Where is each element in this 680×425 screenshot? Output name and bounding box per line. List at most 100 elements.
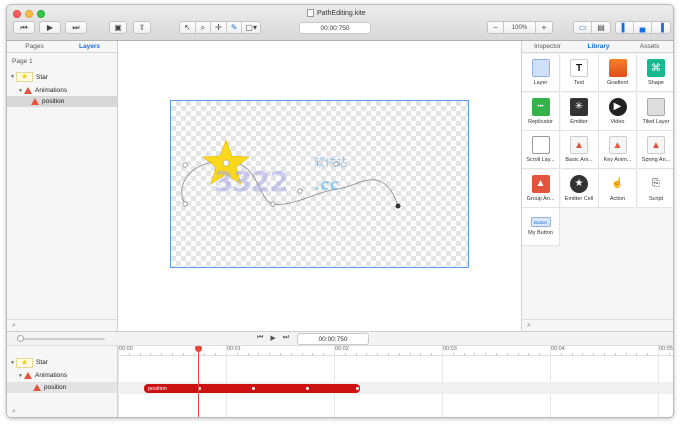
left-panel-toggle-icon[interactable]: ▌ [616, 22, 634, 33]
canvas-area[interactable]: 3322 .cc 软件站 [118, 41, 521, 331]
disclosure-triangle-icon[interactable]: ▼ [9, 360, 16, 366]
ruler-minor-tick [614, 353, 616, 356]
bottom-panel-toggle-icon[interactable]: ▄ [634, 22, 652, 33]
library-item-label: Tiled Layer [642, 118, 670, 125]
scroll-layer-icon [531, 136, 550, 154]
play-icon[interactable]: ▶ [270, 334, 275, 342]
video-icon: ▶ [608, 97, 627, 116]
tab-assets[interactable]: Assets [624, 41, 673, 52]
ruler-minor-tick [582, 353, 584, 356]
share-button[interactable]: ⇪ [133, 21, 151, 34]
fast-forward-icon[interactable]: ⏭ [283, 334, 289, 342]
library-item-emitter[interactable]: ✳ Emitter [560, 92, 599, 131]
disclosure-triangle-icon[interactable]: ▼ [17, 373, 24, 379]
zoom-in-button[interactable]: + [536, 22, 552, 33]
code-view-icon[interactable]: ▤ [592, 22, 610, 33]
play-button[interactable]: ▶ [39, 21, 61, 34]
disclosure-triangle-icon[interactable]: ▼ [17, 88, 24, 94]
path-point[interactable] [182, 162, 188, 168]
library-item-label: Layer [533, 80, 548, 86]
animations-icon [24, 372, 32, 379]
basic-animation-icon: ▲ [570, 136, 588, 154]
animation-track-bar[interactable]: position [144, 384, 360, 393]
fast-forward-icon: ⏭ [72, 22, 80, 32]
close-window-button[interactable] [13, 10, 21, 18]
zoom-out-button[interactable]: − [488, 22, 504, 33]
zoom-tool-icon[interactable]: ⌕ [196, 22, 212, 33]
layer-row-position[interactable]: position [7, 96, 117, 107]
pen-tool-icon[interactable]: ✎ [227, 22, 243, 33]
path-end-point[interactable] [395, 203, 401, 209]
keyframe[interactable] [306, 387, 309, 390]
timeline-row-animations[interactable]: ▼ Animations [7, 370, 117, 381]
timeline-panel: ⏮ ▶ ⏭ 00:00:750 ▼ ★ Star ▼ Animations po… [7, 331, 673, 417]
library-item-my-button[interactable]: Button My Button [522, 208, 560, 246]
move-tool-icon[interactable]: ✛ [211, 22, 227, 33]
timeline-zoom-knob[interactable] [17, 335, 24, 342]
timeline-row-star[interactable]: ▼ ★ Star [7, 356, 117, 369]
disclosure-triangle-icon[interactable]: ▼ [9, 74, 16, 80]
layer-row-animations[interactable]: ▼ Animations [7, 85, 117, 96]
library-search[interactable]: ⌕ [522, 319, 673, 331]
right-panel-tabs: Inspector Library Assets [522, 41, 673, 53]
layer-row-star[interactable]: ▼ ★ Star [7, 70, 117, 84]
library-item-action[interactable]: ☝ Action [599, 169, 637, 208]
keyframe[interactable] [252, 387, 255, 390]
rewind-button[interactable]: ⏮ [13, 21, 35, 34]
library-item-basic-ani[interactable]: ▲ Basic Ani... [560, 131, 599, 169]
keyframe[interactable] [356, 387, 359, 390]
fast-forward-button[interactable]: ⏭ [65, 21, 87, 34]
ruler-minor-tick [290, 353, 292, 356]
library-item-shape[interactable]: ⌘ Shape [637, 54, 673, 92]
emitter-icon: ✳ [570, 97, 588, 116]
minimize-window-button[interactable] [25, 10, 33, 18]
playhead-line[interactable] [198, 346, 199, 417]
path-point[interactable] [182, 201, 188, 207]
library-item-label: Replicator [528, 118, 553, 125]
library-item-key-anim[interactable]: ▲ Key Anim... [599, 131, 637, 169]
zoom-level[interactable]: 100% [504, 22, 536, 33]
current-time-field[interactable]: 00:00:750 [299, 22, 371, 34]
ruler-minor-tick [647, 353, 649, 356]
library-item-script[interactable]: ⎘ Script [637, 169, 673, 208]
library-grid: Layer T Text Gradient ⌘ Shape ••• Replicator ✳ Em… [522, 54, 673, 314]
share-icon: ⇪ [138, 23, 146, 32]
path-point[interactable] [297, 188, 303, 194]
library-item-replicator[interactable]: ••• Replicator [522, 92, 560, 131]
library-item-group-an[interactable]: ▲ Group An... [522, 169, 560, 208]
layers-search[interactable]: ⌕ [7, 319, 117, 331]
select-tool-icon[interactable]: ↖ [180, 22, 196, 33]
right-panel-toggle-icon[interactable]: ▐ [652, 22, 670, 33]
library-item-scroll-lay[interactable]: Scroll Lay... [522, 131, 560, 169]
zoom-window-button[interactable] [37, 10, 45, 18]
animations-icon [24, 87, 32, 94]
watermark-number: 3322 [214, 165, 289, 198]
shape-tool-icon[interactable]: ▢▾ [242, 22, 260, 33]
library-item-label: Key Anim... [603, 157, 632, 163]
button-icon: Button [530, 217, 551, 227]
library-item-label: My Button [528, 230, 553, 236]
canvas-view-icon[interactable]: ▭ [574, 22, 593, 33]
tab-layers[interactable]: Layers [62, 41, 117, 52]
path-point[interactable] [270, 201, 276, 207]
timeline-row-position[interactable]: position [7, 382, 117, 393]
library-item-tiled-layer[interactable]: Tiled Layer [637, 92, 673, 131]
library-item-spring-an[interactable]: ▲ Spring An... [637, 131, 673, 169]
search-icon: ⌕ [12, 321, 16, 329]
library-item-layer[interactable]: Layer [522, 54, 560, 92]
ruler-minor-tick [128, 353, 130, 356]
timeline-tracks[interactable]: 00:00 00:01 00:02 00:03 00:04 00:05 position [118, 346, 673, 417]
present-button[interactable]: ▣ [109, 21, 127, 34]
timeline-time-field[interactable]: 00:00:750 [297, 333, 369, 345]
rewind-icon[interactable]: ⏮ [257, 334, 263, 342]
library-item-text[interactable]: T Text [560, 54, 599, 92]
library-item-video[interactable]: ▶ Video [599, 92, 637, 131]
library-item-emitter-cell[interactable]: ★ Emitter Cell [560, 169, 599, 208]
tab-inspector[interactable]: Inspector [522, 41, 573, 52]
library-item-gradient[interactable]: Gradient [599, 54, 637, 92]
ruler-minor-tick [668, 353, 670, 356]
tab-library[interactable]: Library [573, 41, 624, 52]
tab-pages[interactable]: Pages [7, 41, 62, 52]
search-icon[interactable]: ⌕ [12, 408, 16, 416]
timeline-zoom-slider[interactable] [17, 338, 105, 340]
